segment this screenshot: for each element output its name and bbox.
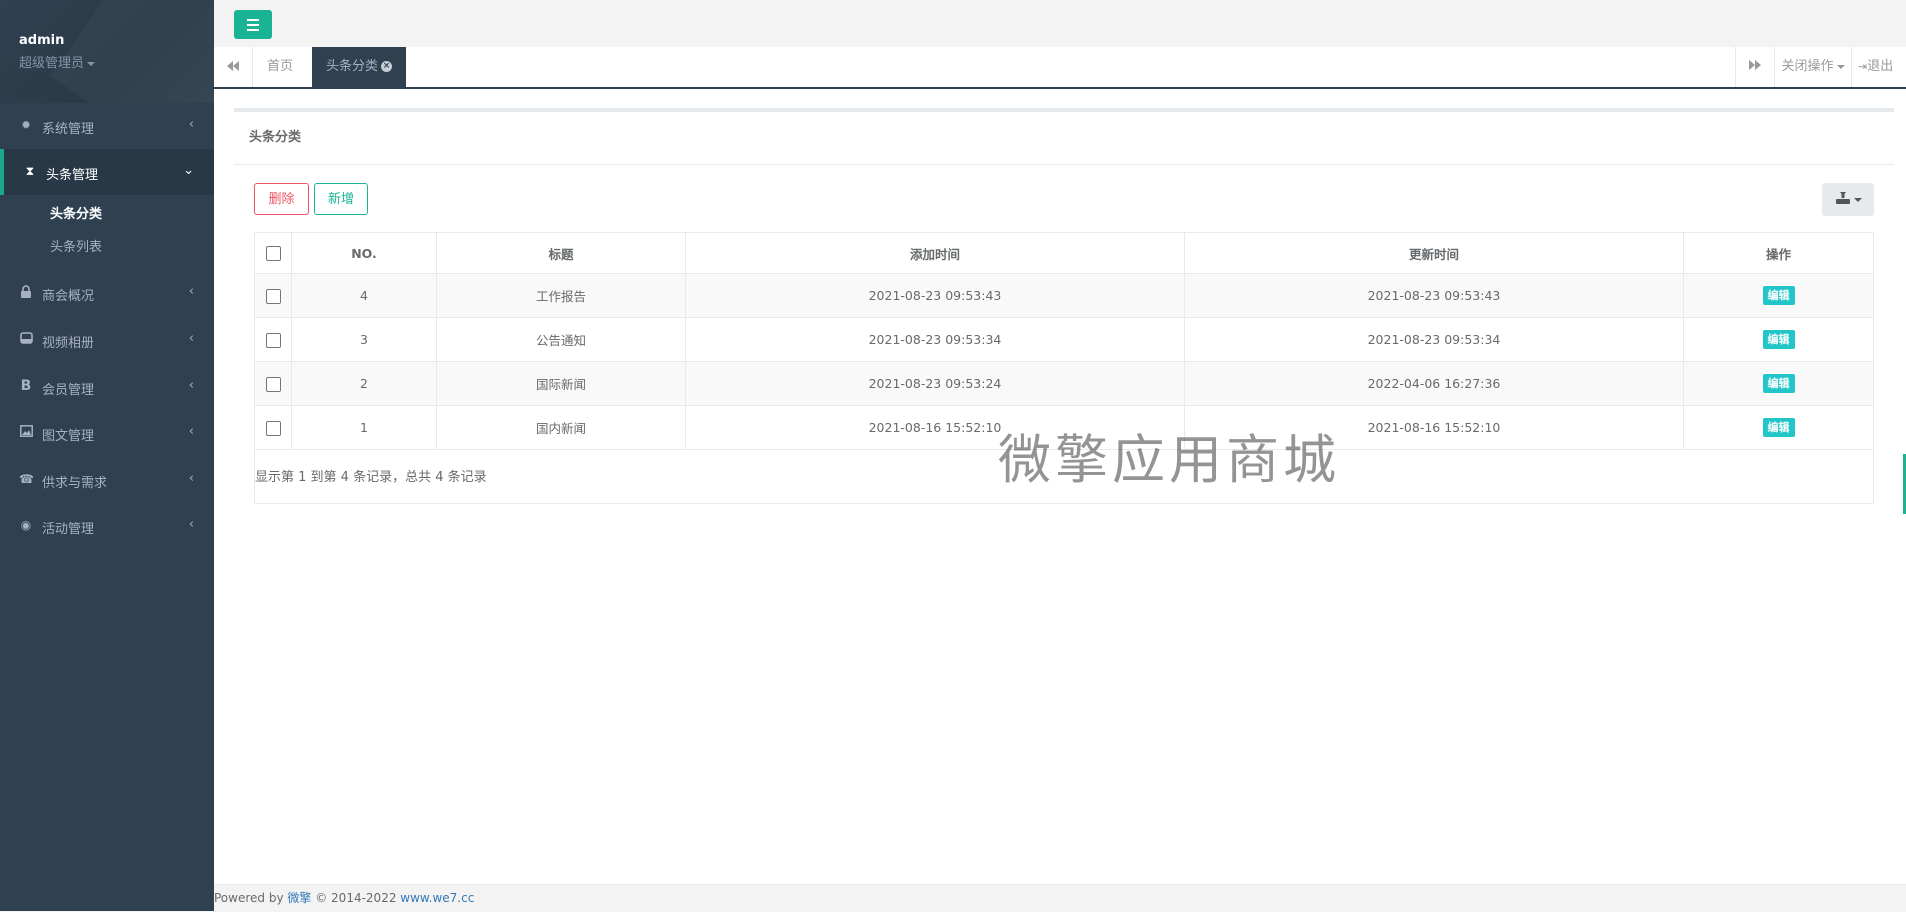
cell-added: 2021-08-23 09:53:24 <box>685 361 1185 406</box>
chevron-left-icon: ‹ <box>188 331 194 346</box>
pagination-summary: 显示第 1 到第 4 条记录，总共 4 条记录 <box>255 470 487 485</box>
sidebar-subitem-headline-category[interactable]: 头条分类 <box>50 203 102 222</box>
double-chevron-right-icon <box>1749 60 1761 70</box>
column-header-actions: 操作 <box>1683 232 1874 274</box>
cell-updated: 2021-08-23 09:53:34 <box>1184 317 1684 362</box>
close-operations-dropdown[interactable]: 关闭操作 <box>1774 47 1851 87</box>
column-header-added[interactable]: 添加时间 <box>685 232 1185 274</box>
sidebar-item-system[interactable]: ✹ 系统管理 ‹ <box>0 103 214 149</box>
chevron-left-icon: ‹ <box>188 117 194 132</box>
table-row[interactable]: 4 工作报告 2021-08-23 09:53:43 2021-08-23 09… <box>254 273 1874 318</box>
cell-updated: 2021-08-23 09:53:43 <box>1184 273 1684 318</box>
soccer-ball-icon: ◉ <box>20 518 32 532</box>
row-checkbox[interactable] <box>265 332 281 348</box>
table-row[interactable]: 3 公告通知 2021-08-23 09:53:34 2021-08-23 09… <box>254 317 1874 362</box>
table-header-row: NO. 标题 添加时间 更新时间 操作 <box>254 232 1874 274</box>
page-footer: Powered by 微擎 © 2014-2022 www.we7.cc <box>214 884 1906 912</box>
panel-header: 头条分类 <box>234 108 1894 165</box>
cell-no: 3 <box>291 317 437 362</box>
watermark: 微擎应用商城 <box>998 430 1340 491</box>
double-chevron-left-icon <box>227 61 239 71</box>
cell-no: 1 <box>291 405 437 450</box>
tabs-scroll-right-button[interactable] <box>1735 47 1774 87</box>
menu-toggle-button[interactable] <box>234 10 272 39</box>
row-checkbox[interactable] <box>265 376 281 392</box>
close-tab-icon[interactable]: × <box>381 61 393 72</box>
sidebar-item-video-album[interactable]: 视频相册 ‹ <box>0 317 214 363</box>
tab-headline-category[interactable]: 头条分类 × <box>312 47 407 87</box>
user-role-dropdown[interactable]: 超级管理员 <box>19 52 96 71</box>
sidebar-item-headlines[interactable]: ⧗ 头条管理 ⌄ <box>0 149 214 195</box>
chevron-left-icon: ‹ <box>188 471 194 486</box>
tab-home[interactable]: 首页 <box>253 47 307 87</box>
row-checkbox[interactable] <box>265 420 281 436</box>
tabs-bar: 首页 头条分类 × 关闭操作 ⇥退出 <box>214 47 1906 89</box>
chevron-left-icon: ‹ <box>188 517 194 532</box>
user-name: admin <box>19 33 65 48</box>
cell-title: 公告通知 <box>436 317 686 362</box>
chevron-down-icon: ⌄ <box>183 163 194 178</box>
sidebar-item-supply-demand[interactable]: ☎ 供求与需求 ‹ <box>0 457 214 503</box>
table-row[interactable]: 2 国际新闻 2021-08-23 09:53:24 2022-04-06 16… <box>254 361 1874 406</box>
cell-no: 4 <box>291 273 437 318</box>
export-dropdown-button[interactable] <box>1822 183 1874 216</box>
caret-down-icon <box>87 61 96 66</box>
brand-link[interactable]: 微擎 <box>287 891 311 905</box>
column-header-updated[interactable]: 更新时间 <box>1184 232 1684 274</box>
cell-title: 国际新闻 <box>436 361 686 406</box>
cell-no: 2 <box>291 361 437 406</box>
picture-icon <box>19 425 33 439</box>
logout-button[interactable]: ⇥退出 <box>1851 47 1906 87</box>
lock-icon <box>19 285 33 299</box>
website-link[interactable]: www.we7.cc <box>400 891 474 905</box>
column-header-no[interactable]: NO. <box>291 232 437 274</box>
hdd-icon <box>19 332 33 346</box>
hourglass-icon: ⧗ <box>25 164 35 178</box>
sidebar-item-activities[interactable]: ◉ 活动管理 ‹ <box>0 503 214 549</box>
cell-added: 2021-08-23 09:53:43 <box>685 273 1185 318</box>
edit-button[interactable]: 编辑 <box>1762 418 1795 437</box>
delete-button[interactable]: 删除 <box>254 183 309 215</box>
sidebar-subitem-headline-list[interactable]: 头条列表 <box>50 236 102 255</box>
tabs-scroll-left-button[interactable] <box>214 47 253 87</box>
select-all-cell <box>254 232 292 274</box>
row-checkbox[interactable] <box>265 288 281 304</box>
chevron-left-icon: ‹ <box>188 424 194 439</box>
cell-title: 工作报告 <box>436 273 686 318</box>
panel-title: 头条分类 <box>249 130 302 145</box>
main-content: 首页 头条分类 × 关闭操作 ⇥退出 头条分类 删除 新增 NO. 标题 添加时间… <box>214 0 1906 912</box>
cell-added: 2021-08-23 09:53:34 <box>685 317 1185 362</box>
edit-button[interactable]: 编辑 <box>1762 374 1795 393</box>
chevron-left-icon: ‹ <box>188 284 194 299</box>
edit-button[interactable]: 编辑 <box>1762 330 1795 349</box>
sidebar-item-members[interactable]: B 会员管理 ‹ <box>0 364 214 410</box>
phone-icon: ☎ <box>19 472 34 486</box>
select-all-checkbox[interactable] <box>265 246 281 261</box>
cell-updated: 2022-04-06 16:27:36 <box>1184 361 1684 406</box>
gear-icon: ✹ <box>20 118 32 132</box>
sidebar-item-chamber-overview[interactable]: 商会概况 ‹ <box>0 270 214 316</box>
chevron-left-icon: ‹ <box>188 378 194 393</box>
sidebar: admin 超级管理员 ✹ 系统管理 ‹ ⧗ 头条管理 ⌄ 头条分类 头条列表 … <box>0 0 214 911</box>
export-icon <box>1836 192 1850 204</box>
bold-icon: B <box>20 378 32 394</box>
cell-title: 国内新闻 <box>436 405 686 450</box>
column-header-title[interactable]: 标题 <box>436 232 686 274</box>
top-navbar <box>214 0 1906 48</box>
caret-down-icon <box>1836 64 1845 69</box>
caret-down-icon <box>1854 198 1862 202</box>
sidebar-item-image-text[interactable]: 图文管理 ‹ <box>0 410 214 456</box>
edit-button[interactable]: 编辑 <box>1762 286 1795 305</box>
add-button[interactable]: 新增 <box>314 183 368 215</box>
sign-out-icon: ⇥ <box>1858 60 1868 73</box>
profile-header: admin 超级管理员 <box>0 0 214 103</box>
